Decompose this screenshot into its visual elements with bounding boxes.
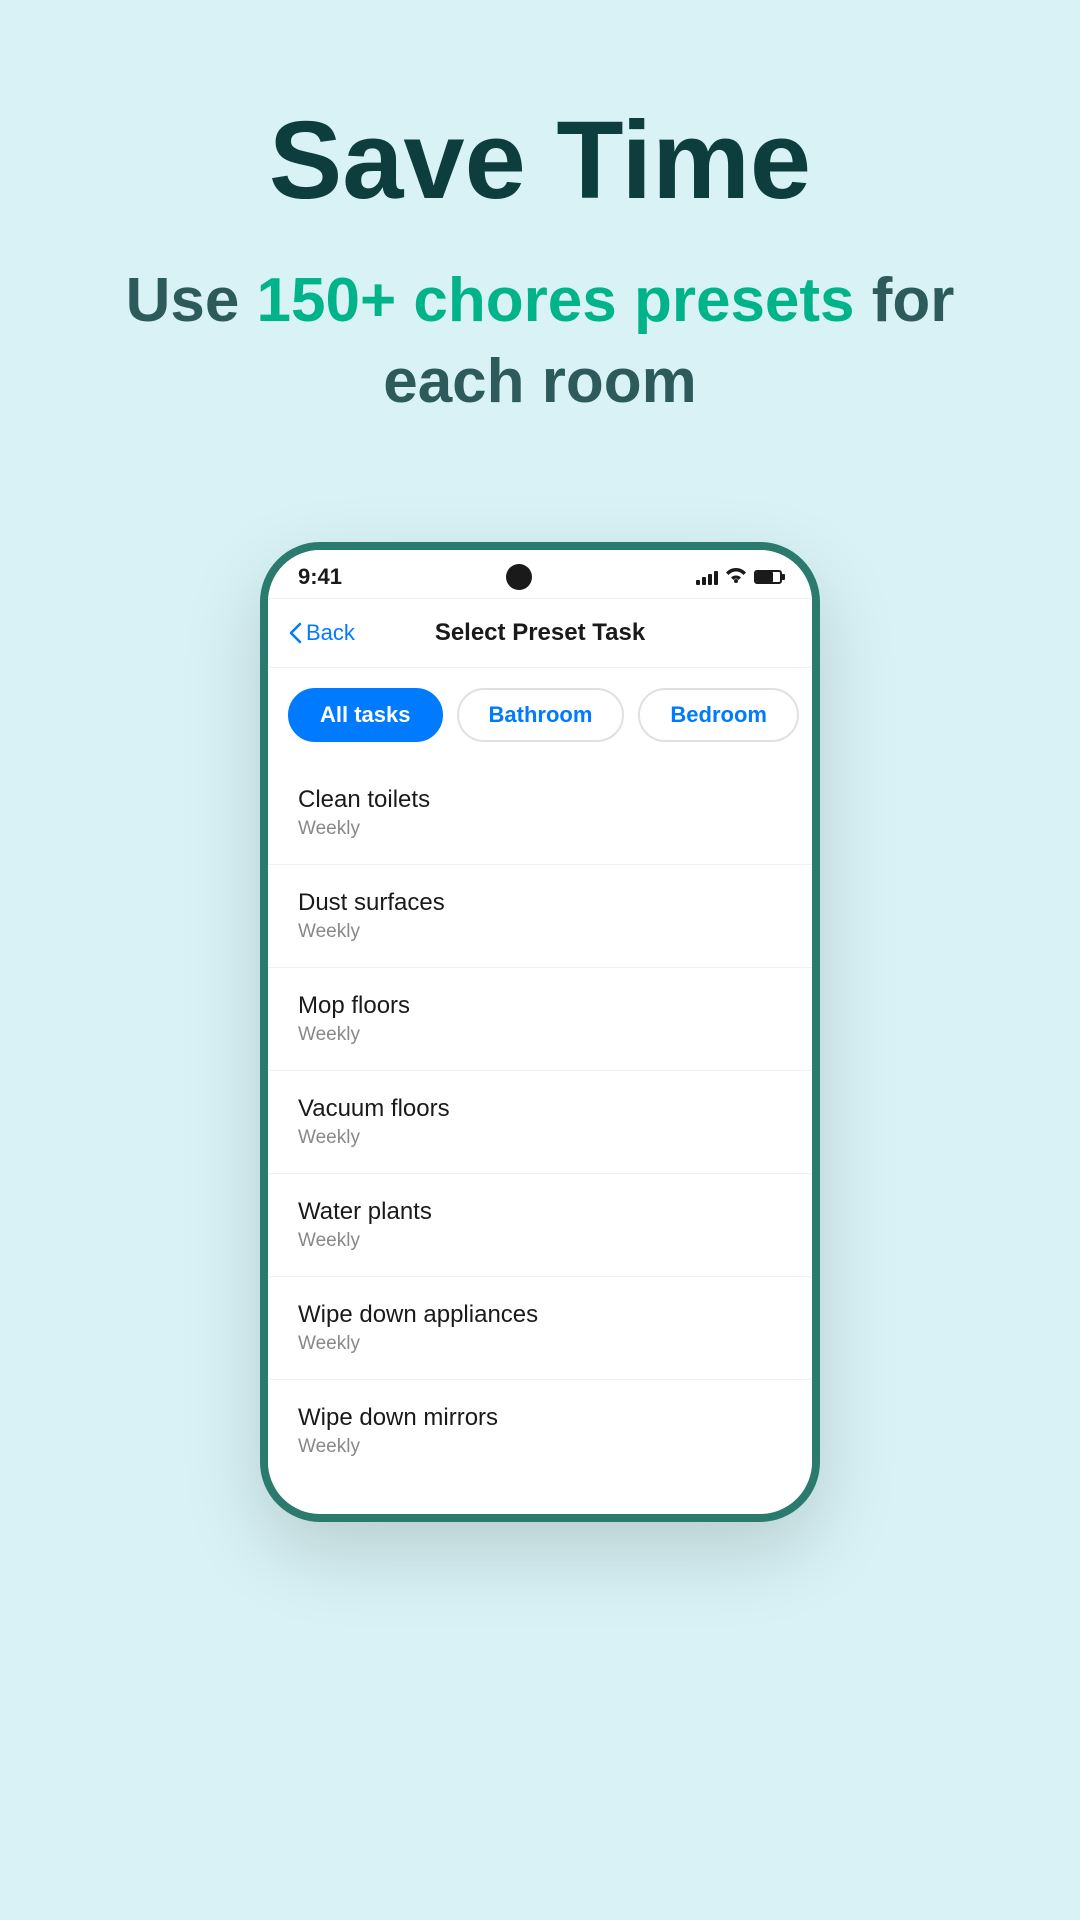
task-frequency: Weekly bbox=[298, 1333, 782, 1355]
hero-subtitle: Use 150+ chores presets for each room bbox=[60, 261, 1020, 422]
tab-bedroom[interactable]: Bedroom bbox=[638, 688, 799, 742]
task-name: Dust surfaces bbox=[298, 889, 782, 917]
task-name: Wipe down mirrors bbox=[298, 1404, 782, 1432]
camera-notch bbox=[506, 564, 532, 590]
status-time: 9:41 bbox=[298, 564, 342, 590]
task-frequency: Weekly bbox=[298, 1230, 782, 1252]
battery-icon bbox=[754, 570, 782, 584]
hero-subtitle-highlight: 150+ chores presets bbox=[257, 266, 855, 335]
back-button[interactable]: Back bbox=[288, 620, 355, 646]
task-frequency: Weekly bbox=[298, 1436, 782, 1458]
tab-bathroom[interactable]: Bathroom bbox=[457, 688, 625, 742]
phone-container: 9:41 bbox=[0, 542, 1080, 1522]
wifi-icon bbox=[726, 567, 746, 588]
task-name: Mop floors bbox=[298, 992, 782, 1020]
list-item[interactable]: Vacuum floors Weekly bbox=[268, 1071, 812, 1174]
task-frequency: Weekly bbox=[298, 1127, 782, 1149]
task-frequency: Weekly bbox=[298, 921, 782, 943]
back-label: Back bbox=[306, 620, 355, 646]
phone-frame: 9:41 bbox=[260, 542, 820, 1522]
list-item[interactable]: Clean toilets Weekly bbox=[268, 762, 812, 865]
list-item[interactable]: Wipe down mirrors Weekly bbox=[268, 1380, 812, 1474]
filter-tabs: All tasks Bathroom Bedroom bbox=[268, 668, 812, 762]
list-item[interactable]: Dust surfaces Weekly bbox=[268, 865, 812, 968]
task-frequency: Weekly bbox=[298, 818, 782, 840]
hero-section: Save Time Use 150+ chores presets for ea… bbox=[0, 0, 1080, 482]
task-name: Wipe down appliances bbox=[298, 1301, 782, 1329]
status-bar: 9:41 bbox=[268, 550, 812, 599]
nav-title: Select Preset Task bbox=[435, 619, 645, 647]
task-frequency: Weekly bbox=[298, 1024, 782, 1046]
list-item[interactable]: Mop floors Weekly bbox=[268, 968, 812, 1071]
signal-icon bbox=[696, 569, 718, 585]
list-item[interactable]: Water plants Weekly bbox=[268, 1174, 812, 1277]
tab-all-tasks[interactable]: All tasks bbox=[288, 688, 443, 742]
task-name: Clean toilets bbox=[298, 786, 782, 814]
task-list: Clean toilets Weekly Dust surfaces Weekl… bbox=[268, 762, 812, 1474]
task-name: Water plants bbox=[298, 1198, 782, 1226]
hero-subtitle-plain: Use bbox=[126, 266, 257, 335]
nav-bar: Back Select Preset Task bbox=[268, 599, 812, 668]
hero-title: Save Time bbox=[60, 100, 1020, 221]
task-name: Vacuum floors bbox=[298, 1095, 782, 1123]
list-item[interactable]: Wipe down appliances Weekly bbox=[268, 1277, 812, 1380]
status-icons bbox=[696, 567, 782, 588]
